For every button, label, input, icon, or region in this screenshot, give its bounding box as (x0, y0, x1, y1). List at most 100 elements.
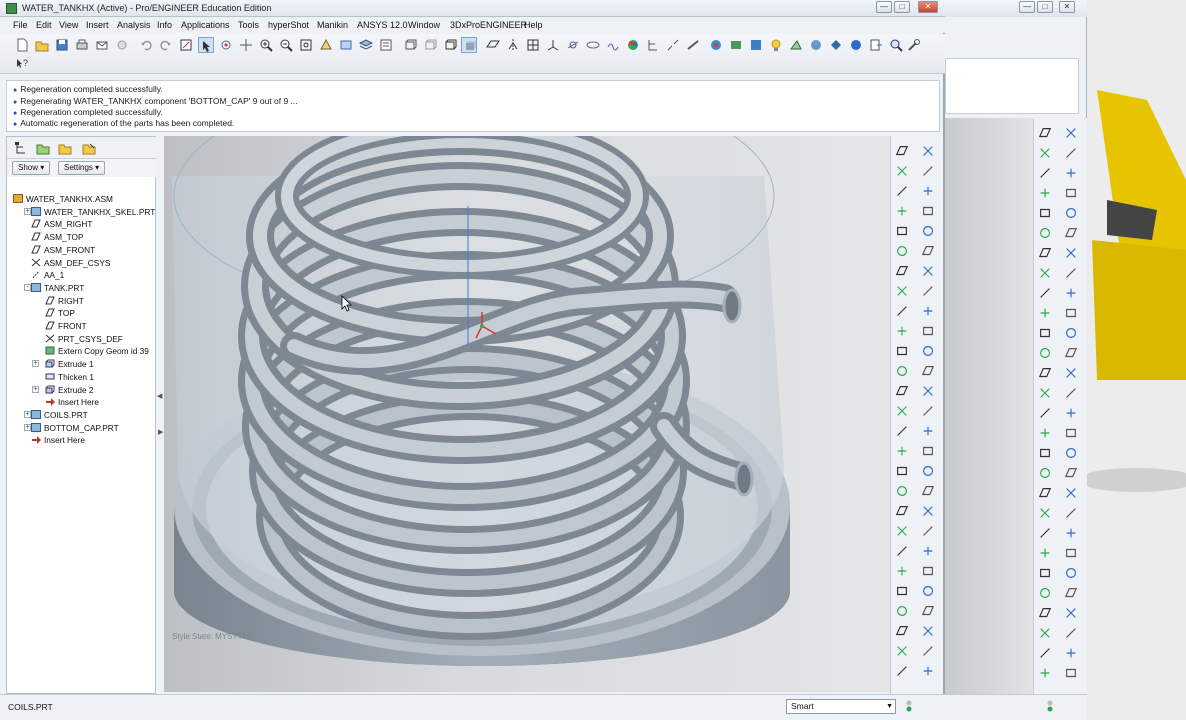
saved-views-icon[interactable] (338, 37, 354, 53)
menu-hypershot[interactable]: hyperShot (268, 20, 309, 30)
feature-tool-icon[interactable] (895, 324, 911, 338)
feature-tool-icon[interactable] (1064, 206, 1080, 220)
feature-tool-icon[interactable] (1038, 466, 1054, 480)
feature-tool-icon[interactable] (921, 504, 937, 518)
feature-tool-icon[interactable] (1064, 586, 1080, 600)
maximize-button[interactable]: □ (894, 1, 910, 13)
feature-tool-icon[interactable] (921, 344, 937, 358)
feature-tool-icon[interactable] (895, 504, 911, 518)
feature-tool-icon[interactable] (1038, 366, 1054, 380)
feature-tool-icon[interactable] (1064, 486, 1080, 500)
tree-node[interactable]: PRT_CSYS_DEF (45, 333, 123, 345)
email-icon[interactable] (94, 37, 110, 53)
ansys-icon[interactable] (748, 37, 764, 53)
hypershot-icon[interactable] (708, 37, 724, 53)
refit-icon[interactable] (298, 37, 314, 53)
layers-icon[interactable] (358, 37, 374, 53)
tree-expander-icon[interactable]: - (24, 283, 31, 291)
view-manager-icon[interactable] (378, 37, 394, 53)
feature-tool-icon[interactable] (1038, 586, 1054, 600)
tree-expander-icon[interactable]: + (32, 360, 39, 368)
hidden-line-icon[interactable] (422, 37, 438, 53)
feature-tool-icon[interactable] (895, 184, 911, 198)
tree-expander-icon[interactable]: + (24, 207, 31, 215)
feature-tool-icon[interactable] (1038, 206, 1054, 220)
measure-icon[interactable] (685, 37, 701, 53)
feature-tool-icon[interactable] (1064, 626, 1080, 640)
feature-tool-icon[interactable] (1064, 246, 1080, 260)
feature-tool-icon[interactable] (1064, 406, 1080, 420)
print-icon[interactable] (74, 37, 90, 53)
spin-center-icon[interactable] (218, 37, 234, 53)
tree-node[interactable]: BOTTOM_CAP.PRT (31, 422, 119, 434)
feature-tool-icon[interactable] (1038, 326, 1054, 340)
zoom-out-icon[interactable] (278, 37, 294, 53)
select-icon[interactable] (198, 37, 214, 53)
menu-file[interactable]: File (13, 20, 28, 30)
tools-icon[interactable] (906, 37, 922, 53)
feature-tool-icon[interactable] (895, 344, 911, 358)
feature-tool-icon[interactable] (921, 364, 937, 378)
feature-tool-icon[interactable] (921, 184, 937, 198)
new-file-icon[interactable] (14, 37, 30, 53)
feature-tool-icon[interactable] (895, 224, 911, 238)
manikin-icon[interactable] (728, 37, 744, 53)
analysis-tool-icon[interactable] (788, 37, 804, 53)
feature-tool-icon[interactable] (1064, 346, 1080, 360)
tree-node[interactable]: ASM_TOP (31, 231, 84, 243)
favorites-tab-icon[interactable] (57, 140, 73, 156)
search-icon[interactable] (888, 37, 904, 53)
tree-expander-icon[interactable]: + (24, 423, 31, 431)
tree-node[interactable]: COILS.PRT (31, 409, 88, 421)
tree-node[interactable]: ASM_DEF_CSYS (31, 257, 110, 269)
title-bar[interactable]: WATER_TANKHX (Active) - Pro/ENGINEER Edu… (0, 0, 945, 17)
tree-node[interactable]: Extrude 2 (45, 384, 94, 396)
feature-tool-icon[interactable] (1038, 526, 1054, 540)
feature-tool-icon[interactable] (1038, 226, 1054, 240)
feature-tool-icon[interactable] (1064, 386, 1080, 400)
zoom-in-icon[interactable] (258, 37, 274, 53)
feature-tool-icon[interactable] (921, 464, 937, 478)
feature-tool-icon[interactable] (1064, 666, 1080, 680)
sphere-icon[interactable] (848, 37, 864, 53)
feature-tool-icon[interactable] (895, 264, 911, 278)
connections-tab-icon[interactable] (81, 140, 97, 156)
feature-tool-icon[interactable] (895, 584, 911, 598)
feature-tool-icon[interactable] (1038, 266, 1054, 280)
feature-tool-icon[interactable] (895, 404, 911, 418)
feature-tool-icon[interactable] (895, 544, 911, 558)
open-folder-icon[interactable] (34, 37, 50, 53)
feature-tool-icon[interactable] (1038, 286, 1054, 300)
selection-filter-select[interactable]: Smart ▼ (786, 699, 896, 714)
feature-tool-icon[interactable] (921, 284, 937, 298)
pan-icon[interactable] (238, 37, 254, 53)
feature-tool-icon[interactable] (921, 424, 937, 438)
tree-node[interactable]: WATER_TANKHX.ASM (13, 193, 113, 205)
feature-tool-icon[interactable] (921, 244, 937, 258)
feature-tool-icon[interactable] (921, 304, 937, 318)
menu-view[interactable]: View (59, 20, 78, 30)
feature-tool-icon[interactable] (1064, 146, 1080, 160)
tree-node[interactable]: TANK.PRT (31, 282, 84, 294)
feature-tool-icon[interactable] (1038, 546, 1054, 560)
feature-tool-icon[interactable] (895, 524, 911, 538)
feature-tool-icon[interactable] (1064, 186, 1080, 200)
undo-icon[interactable] (138, 37, 154, 53)
feature-tool-icon[interactable] (921, 164, 937, 178)
datum-points-icon[interactable] (525, 37, 541, 53)
feature-tool-icon[interactable] (1038, 626, 1054, 640)
model-tree-icon[interactable] (645, 37, 661, 53)
feature-tool-icon[interactable] (1064, 126, 1080, 140)
feature-tool-icon[interactable] (895, 604, 911, 618)
reorient-icon[interactable] (318, 37, 334, 53)
feature-tool-icon[interactable] (895, 484, 911, 498)
show-dropdown[interactable]: Show ▾ (12, 161, 51, 175)
datum-axes-icon[interactable] (505, 37, 521, 53)
feature-tool-icon[interactable] (1038, 246, 1054, 260)
feature-tool-icon[interactable] (1038, 426, 1054, 440)
collapse-arrow-icon[interactable]: ◀ (157, 392, 162, 400)
feature-tool-icon[interactable] (1038, 306, 1054, 320)
feature-tool-icon[interactable] (1038, 406, 1054, 420)
feature-tool-icon[interactable] (1038, 386, 1054, 400)
tree-node[interactable]: Extrude 1 (45, 358, 94, 370)
